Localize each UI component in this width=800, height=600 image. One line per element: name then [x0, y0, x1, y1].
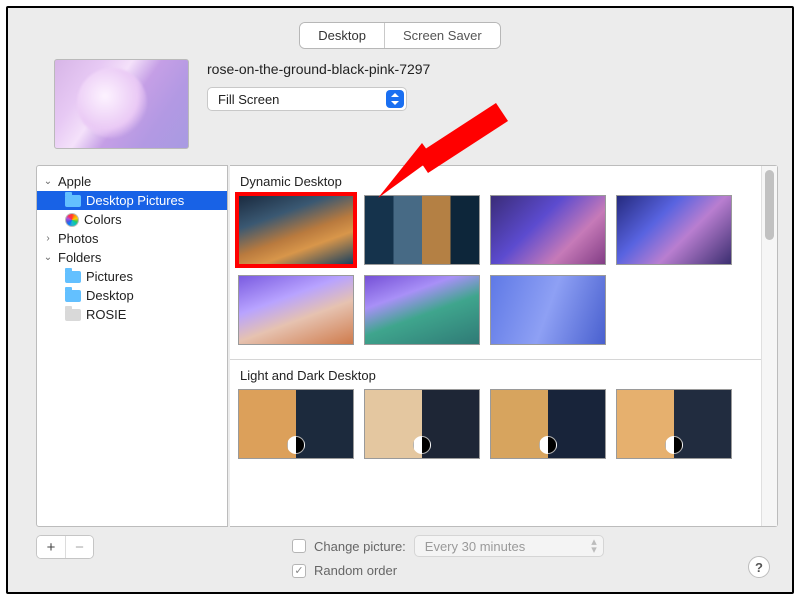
wallpaper-thumb[interactable] [490, 195, 606, 265]
chevron-down-icon: ⌄ [43, 176, 53, 187]
remove-button[interactable]: − [65, 536, 93, 558]
wallpaper-thumb[interactable] [364, 195, 480, 265]
change-interval-select[interactable]: Every 30 minutes ▴▾ [414, 535, 604, 557]
chevron-updown-icon: ▴▾ [591, 538, 597, 554]
wallpaper-scroll[interactable]: Dynamic Desktop Light and Dark Desktop [230, 166, 761, 526]
source-sidebar[interactable]: ⌄ Apple Desktop Pictures Colors › Photos… [36, 165, 228, 527]
sidebar-item-label: Desktop Pictures [86, 193, 184, 208]
light-dark-icon [287, 436, 305, 454]
tab-bar: Desktop Screen Saver [8, 8, 792, 59]
vertical-scrollbar[interactable] [761, 166, 777, 526]
add-remove-group: + − [36, 535, 94, 559]
sidebar-item-label: Pictures [86, 269, 133, 284]
segmented-control: Desktop Screen Saver [299, 22, 500, 49]
wallpaper-thumb[interactable] [616, 389, 732, 459]
sidebar-group-photos[interactable]: › Photos [37, 229, 227, 248]
sidebar-item-pictures[interactable]: Pictures [37, 267, 227, 286]
sidebar-item-desktop-folder[interactable]: Desktop [37, 286, 227, 305]
sidebar-group-folders[interactable]: ⌄ Folders [37, 248, 227, 267]
sidebar-group-label: Photos [58, 231, 98, 246]
dynamic-grid [238, 195, 753, 349]
wallpaper-thumb[interactable] [490, 275, 606, 345]
change-picture-label: Change picture: [314, 539, 406, 554]
light-dark-icon [539, 436, 557, 454]
random-order-checkbox[interactable] [292, 564, 306, 578]
current-wallpaper-filename: rose-on-the-ground-black-pink-7297 [207, 61, 768, 77]
folder-icon [65, 309, 81, 321]
sidebar-group-label: Apple [58, 174, 91, 189]
folder-icon [65, 271, 81, 283]
sidebar-item-label: ROSIE [86, 307, 126, 322]
footer: + − Change picture: Every 30 minutes ▴▾ … [8, 527, 792, 592]
folder-icon [65, 290, 81, 302]
sidebar-group-apple[interactable]: ⌄ Apple [37, 172, 227, 191]
wallpaper-thumb[interactable] [238, 389, 354, 459]
fit-mode-select[interactable]: Fill Screen [207, 87, 407, 111]
wallpaper-thumb[interactable] [238, 195, 354, 265]
sidebar-item-label: Colors [84, 212, 122, 227]
fit-mode-value: Fill Screen [218, 92, 279, 107]
divider [230, 359, 761, 360]
change-picture-checkbox[interactable] [292, 539, 306, 553]
footer-options: Change picture: Every 30 minutes ▴▾ Rand… [292, 535, 604, 578]
color-wheel-icon [65, 213, 79, 227]
light-dark-icon [665, 436, 683, 454]
lightdark-grid [238, 389, 753, 463]
section-dynamic-title: Dynamic Desktop [238, 172, 753, 195]
prefs-window: Desktop Screen Saver rose-on-the-ground-… [6, 6, 794, 594]
change-interval-value: Every 30 minutes [425, 539, 525, 554]
wallpaper-thumb[interactable] [364, 389, 480, 459]
wallpaper-thumb[interactable] [616, 195, 732, 265]
section-lightdark-title: Light and Dark Desktop [238, 366, 753, 389]
random-order-label: Random order [314, 563, 397, 578]
current-wallpaper-preview [54, 59, 189, 149]
sidebar-item-label: Desktop [86, 288, 134, 303]
wallpaper-thumb[interactable] [490, 389, 606, 459]
sidebar-item-colors[interactable]: Colors [37, 210, 227, 229]
main-pane: ⌄ Apple Desktop Pictures Colors › Photos… [8, 165, 792, 527]
wallpaper-thumb[interactable] [238, 275, 354, 345]
tab-screensaver[interactable]: Screen Saver [384, 23, 500, 48]
sidebar-group-label: Folders [58, 250, 101, 265]
chevron-right-icon: › [43, 233, 53, 244]
scrollbar-thumb[interactable] [765, 170, 774, 240]
chevron-down-icon: ⌄ [43, 252, 53, 263]
chevron-updown-icon [386, 90, 404, 108]
sidebar-item-rosie[interactable]: ROSIE [37, 305, 227, 324]
wallpaper-content: Dynamic Desktop Light and Dark Desktop [230, 165, 778, 527]
help-button[interactable]: ? [748, 556, 770, 578]
sidebar-item-desktop-pictures[interactable]: Desktop Pictures [37, 191, 227, 210]
wallpaper-thumb[interactable] [364, 275, 480, 345]
light-dark-icon [413, 436, 431, 454]
folder-icon [65, 195, 81, 207]
header-row: rose-on-the-ground-black-pink-7297 Fill … [8, 59, 792, 165]
tab-desktop[interactable]: Desktop [300, 23, 384, 48]
add-button[interactable]: + [37, 536, 65, 558]
